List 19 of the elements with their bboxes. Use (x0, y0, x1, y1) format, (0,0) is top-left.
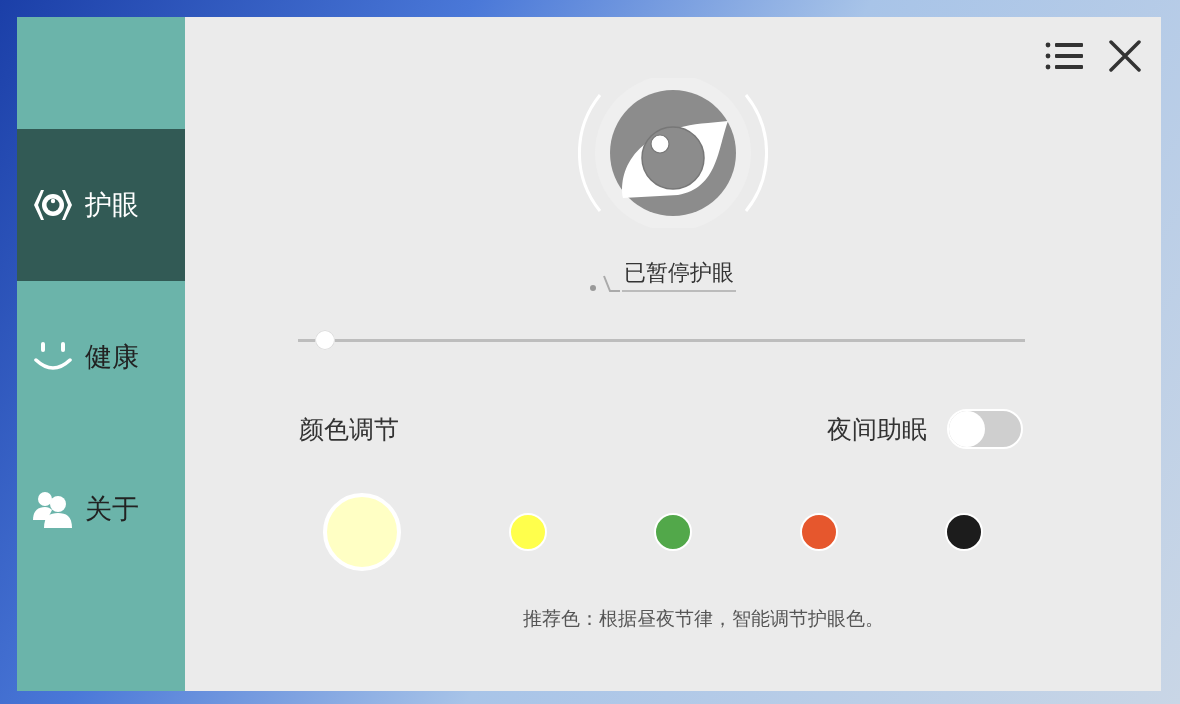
hint-text: 推荐色：根据昼夜节律，智能调节护眼色。 (522, 606, 884, 631)
close-icon[interactable] (1109, 40, 1141, 72)
night-mode-toggle[interactable] (947, 409, 1023, 449)
color-swatch[interactable] (799, 513, 838, 551)
night-mode-label: 夜间助眠 (827, 413, 927, 446)
users-icon (33, 490, 73, 528)
status-label: 已暂停护眼 (622, 258, 736, 292)
eye-icon (33, 188, 73, 222)
sidebar-tab[interactable]: 健康 (17, 281, 185, 433)
slash-mark-icon (590, 274, 620, 292)
intensity-slider[interactable] (297, 330, 1025, 350)
slider-thumb[interactable] (315, 330, 336, 350)
menu-icon[interactable] (1045, 41, 1085, 71)
color-swatch[interactable] (945, 513, 983, 551)
sidebar-tab[interactable]: 护眼 (17, 129, 185, 281)
color-adjust-label: 颜色调节 (299, 413, 399, 446)
color-swatch[interactable] (654, 513, 692, 551)
sidebar-tab[interactable]: 关于 (17, 433, 185, 585)
color-swatch[interactable] (508, 513, 547, 551)
